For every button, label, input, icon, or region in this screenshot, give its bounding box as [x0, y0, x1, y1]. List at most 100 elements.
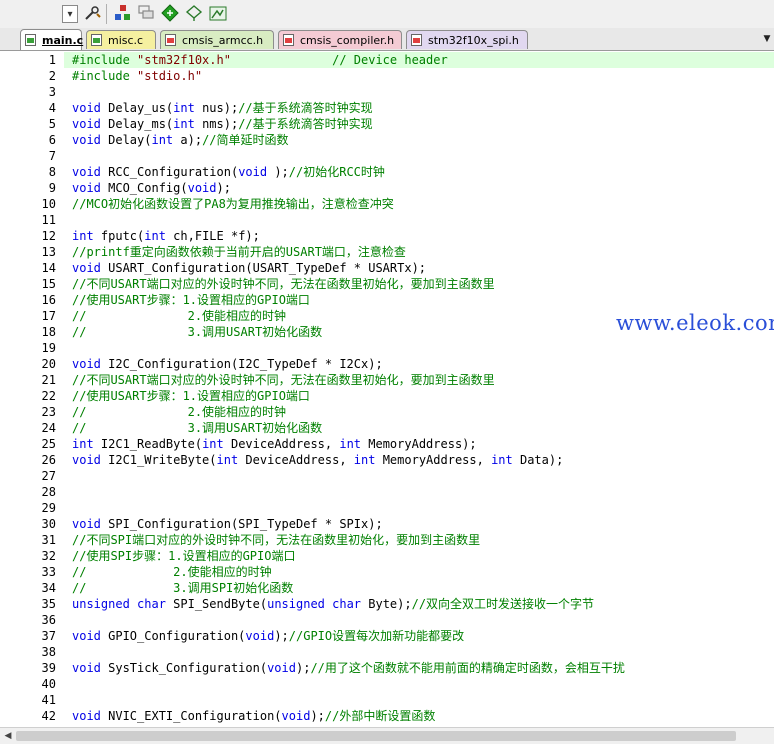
scroll-left-icon[interactable]: ◀ — [2, 730, 14, 742]
line-number: 32 — [41, 549, 56, 563]
code-line[interactable]: 40 — [0, 676, 774, 692]
code-text: //不同USART端口对应的外设时钟不同，无法在函数里初始化，要加到主函数里 — [72, 276, 495, 292]
code-line[interactable]: 10 //MCO初始化函数设置了PA8为复用推挽输出，注意检查冲突 — [0, 196, 774, 212]
code-text: int fputc(int ch,FILE *f); — [72, 228, 260, 244]
wrench-build-icon[interactable] — [82, 3, 102, 23]
code-line[interactable]: 25 int I2C1_ReadByte(int DeviceAddress, i… — [0, 436, 774, 452]
code-line[interactable]: 29 — [0, 500, 774, 516]
code-line[interactable]: 28 — [0, 484, 774, 500]
code-text: //MCO初始化函数设置了PA8为复用推挽输出，注意检查冲突 — [72, 196, 394, 212]
code-line[interactable]: 35 unsigned char SPI_SendByte(unsigned ch… — [0, 596, 774, 612]
comment-token: // 2.使能相应的时钟 — [72, 405, 287, 419]
line-number: 13 — [41, 245, 56, 259]
green-diamond-icon[interactable] — [160, 3, 180, 23]
toolbar-separator — [106, 4, 107, 24]
tab-stm32f10x-spi-h[interactable]: stm32f10x_spi.h — [406, 30, 528, 49]
code-line[interactable]: 16 //使用USART步骤：1.设置相应的GPIO端口 — [0, 292, 774, 308]
line-number: 4 — [48, 101, 56, 115]
line-number: 17 — [41, 309, 56, 323]
keyword-token: int — [173, 117, 195, 131]
keyword-token: int — [339, 437, 362, 451]
line-number: 39 — [41, 661, 56, 675]
code-line[interactable]: 19 — [0, 340, 774, 356]
code-token: Delay_us( — [100, 101, 174, 115]
h-file-icon — [411, 34, 422, 46]
code-line[interactable]: 31 //不同SPI端口对应的外设时钟不同，无法在函数里初始化，要加到主函数里 — [0, 532, 774, 548]
code-line[interactable]: 36 — [0, 612, 774, 628]
comment-token: //双向全双工时发送接收一个字节 — [411, 597, 595, 611]
code-text: // 2.使能相应的时钟 — [72, 308, 286, 324]
code-line[interactable]: 23 // 2.使能相应的时钟 — [0, 404, 774, 420]
code-line[interactable]: 37 void GPIO_Configuration(void);//GPIO设置… — [0, 628, 774, 644]
layers-icon[interactable] — [136, 3, 156, 23]
line-number: 21 — [41, 373, 56, 387]
code-line[interactable]: 14 void USART_Configuration(USART_TypeDef… — [0, 260, 774, 276]
code-line[interactable]: 5 void Delay_ms(int nms);//基于系统滴答时钟实现 — [0, 116, 774, 132]
code-line[interactable]: 1 #include "stm32f10x.h" // Device header — [0, 52, 774, 68]
keyword-token: void — [72, 453, 101, 467]
code-line[interactable]: 33 // 2.使能相应的时钟 — [0, 564, 774, 580]
code-editor[interactable]: 1 #include "stm32f10x.h" // Device header… — [0, 52, 774, 727]
tab-cmsis-armcc-h[interactable]: cmsis_armcc.h — [160, 30, 274, 49]
code-line[interactable]: 12 int fputc(int ch,FILE *f); — [0, 228, 774, 244]
translate-icon[interactable] — [184, 3, 204, 23]
comment-token: //GPIO设置每次加新功能都要改 — [288, 629, 465, 643]
keyword-token: void — [238, 165, 268, 179]
code-line[interactable]: 11 — [0, 212, 774, 228]
tab-label: misc.c — [108, 33, 144, 47]
line-number: 10 — [41, 197, 56, 211]
code-line[interactable]: 27 — [0, 468, 774, 484]
code-line[interactable]: 42 void NVIC_EXTI_Configuration(void);//外… — [0, 708, 774, 724]
comment-token: //不同SPI端口对应的外设时钟不同，无法在函数里初始化，要加到主函数里 — [72, 533, 481, 547]
code-text: void SPI_Configuration(SPI_TypeDef * SPI… — [72, 516, 383, 532]
tab-cmsis-compiler-h[interactable]: cmsis_compiler.h — [278, 30, 402, 49]
code-line[interactable]: 21 //不同USART端口对应的外设时钟不同，无法在函数里初始化，要加到主函数里 — [0, 372, 774, 388]
comment-token: // 2.使能相应的时钟 — [72, 309, 287, 323]
keyword-token: int — [202, 437, 224, 451]
tab-scroll-arrow-icon[interactable]: ▼ — [760, 30, 774, 48]
code-text: void RCC_Configuration(void );//初始化RCC时钟 — [72, 164, 385, 180]
code-line[interactable]: 9 void MCO_Config(void); — [0, 180, 774, 196]
tab-label: main.c — [42, 33, 84, 47]
keyword-token: int — [144, 229, 166, 243]
code-line[interactable]: 22 //使用USART步骤：1.设置相应的GPIO端口 — [0, 388, 774, 404]
scroll-thumb[interactable] — [16, 731, 736, 741]
line-number: 15 — [41, 277, 56, 291]
watermark: www.eleok.com — [614, 311, 774, 335]
code-line[interactable]: 41 — [0, 692, 774, 708]
code-line[interactable]: 32 //使用SPI步骤：1.设置相应的GPIO端口 — [0, 548, 774, 564]
code-line[interactable]: 7 — [0, 148, 774, 164]
code-text: // 2.使能相应的时钟 — [72, 404, 286, 420]
code-line[interactable]: 2 #include "stdio.h" — [0, 68, 774, 84]
batch-icon[interactable] — [208, 3, 228, 23]
code-token: MemoryAddress, — [375, 453, 492, 467]
code-line[interactable]: 30 void SPI_Configuration(SPI_TypeDef * S… — [0, 516, 774, 532]
manage-components-icon[interactable] — [113, 3, 133, 23]
code-line[interactable]: 3 — [0, 84, 774, 100]
code-line[interactable]: 24 // 3.调用USART初始化函数 — [0, 420, 774, 436]
code-token: ); — [274, 629, 289, 643]
code-line[interactable]: 4 void Delay_us(int nus);//基于系统滴答时钟实现 — [0, 100, 774, 116]
code-line[interactable]: 39 void SysTick_Configuration(void);//用了这… — [0, 660, 774, 676]
dropdown-arrow-icon[interactable]: ▾ — [62, 5, 78, 23]
comment-token: // 3.调用SPI初始化函数 — [72, 581, 294, 595]
code-line[interactable]: 15 //不同USART端口对应的外设时钟不同，无法在函数里初始化，要加到主函数里 — [0, 276, 774, 292]
code-line[interactable]: 34 // 3.调用SPI初始化函数 — [0, 580, 774, 596]
keyword-token: char — [137, 597, 166, 611]
code-line[interactable]: 8 void RCC_Configuration(void );//初始化RCC时… — [0, 164, 774, 180]
code-token: a); — [173, 133, 203, 147]
code-token: fputc( — [93, 229, 145, 243]
keyword-token: void — [72, 517, 101, 531]
code-text: void NVIC_EXTI_Configuration(void);//外部中… — [72, 708, 435, 724]
horizontal-scrollbar[interactable]: ◀ — [0, 727, 774, 744]
line-number: 16 — [41, 293, 56, 307]
code-line[interactable]: 26 void I2C1_WriteByte(int DeviceAddress,… — [0, 452, 774, 468]
code-line[interactable]: 20 void I2C_Configuration(I2C_TypeDef * I… — [0, 356, 774, 372]
code-line[interactable]: 6 void Delay(int a);//简单延时函数 — [0, 132, 774, 148]
code-line[interactable]: 13 //printf重定向函数依赖于当前开启的USART端口，注意检查 — [0, 244, 774, 260]
tab-main-c[interactable]: main.c — [20, 29, 84, 50]
comment-token: //MCO初始化函数设置了PA8为复用推挽输出，注意检查冲突 — [72, 197, 394, 211]
tab-misc-c[interactable]: misc.c — [86, 30, 156, 49]
code-line[interactable]: 38 — [0, 644, 774, 660]
code-token: Byte); — [361, 597, 412, 611]
